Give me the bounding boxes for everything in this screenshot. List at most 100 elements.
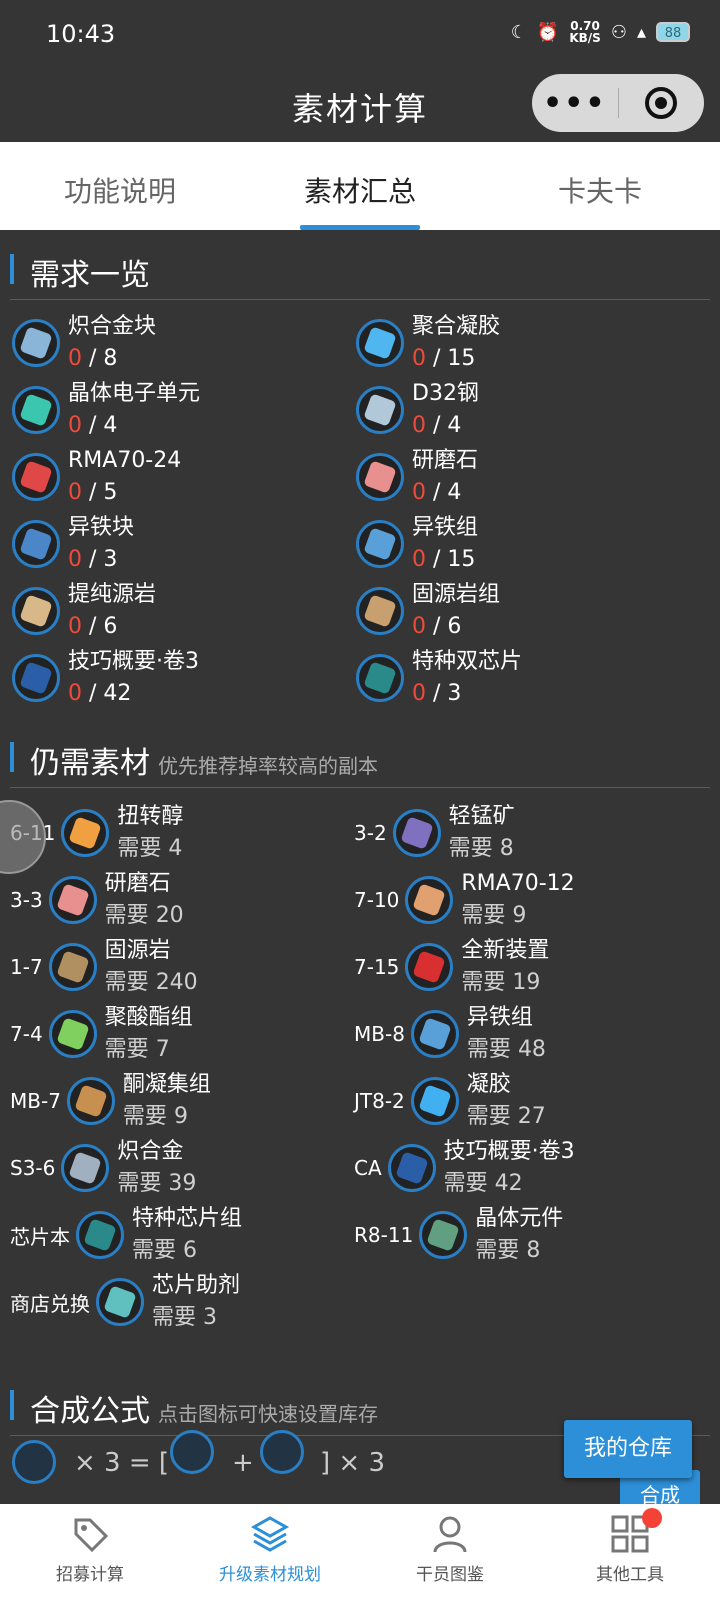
material-icon[interactable] bbox=[61, 809, 110, 857]
tab-kafka[interactable]: 卡夫卡 bbox=[480, 142, 720, 230]
requirement-item[interactable]: RMA70-24 0 / 5 bbox=[12, 444, 181, 510]
material-name: RMA70-12 bbox=[461, 871, 575, 896]
material-icon[interactable] bbox=[48, 1010, 97, 1058]
material-icon[interactable] bbox=[96, 1278, 144, 1326]
still-needed-item[interactable]: MB-8 异铁组 需要 48 bbox=[354, 1001, 546, 1067]
requirement-item[interactable]: 技巧概要·卷3 0 / 42 bbox=[12, 645, 199, 711]
material-icon[interactable] bbox=[356, 654, 404, 702]
material-icon[interactable] bbox=[12, 520, 60, 568]
requirement-item[interactable]: 聚合凝胶 0 / 15 bbox=[356, 310, 500, 376]
material-count: 0 / 5 bbox=[68, 480, 118, 505]
material-icon[interactable] bbox=[392, 809, 441, 857]
special-dual-chip-icon[interactable] bbox=[12, 1440, 56, 1484]
tab-function-description[interactable]: 功能说明 bbox=[0, 142, 240, 230]
requirement-item[interactable]: 固源岩组 0 / 6 bbox=[356, 578, 500, 644]
material-name: D32钢 bbox=[412, 381, 479, 406]
formula-times: × 3 = [ bbox=[74, 1448, 170, 1478]
stage-label: CA bbox=[354, 1156, 382, 1180]
material-icon[interactable] bbox=[356, 319, 404, 367]
material-count: 0 / 4 bbox=[68, 413, 118, 438]
still-needed-item[interactable]: S3-6 炽合金 需要 39 bbox=[10, 1135, 196, 1201]
material-name: 固源岩 bbox=[104, 938, 171, 963]
material-icon[interactable] bbox=[12, 587, 60, 635]
material-icon[interactable] bbox=[405, 943, 454, 991]
requirement-item[interactable]: 特种双芯片 0 / 3 bbox=[356, 645, 522, 711]
still-needed-item[interactable]: JT8-2 凝胶 需要 27 bbox=[354, 1068, 546, 1134]
material-icon[interactable] bbox=[387, 1144, 436, 1192]
material-name: 聚酸酯组 bbox=[104, 1005, 193, 1030]
chip-catalyst-icon[interactable] bbox=[260, 1430, 304, 1474]
still-needed-item[interactable]: 7-15 全新装置 需要 19 bbox=[354, 934, 549, 1000]
material-name: 晶体元件 bbox=[475, 1206, 564, 1231]
stage-label: 7-15 bbox=[354, 955, 400, 979]
person-icon bbox=[430, 1514, 470, 1554]
close-button[interactable] bbox=[619, 87, 705, 119]
material-name: 异铁块 bbox=[68, 515, 135, 540]
nav-recruit-calc-label: 招募计算 bbox=[56, 1565, 124, 1585]
material-icon[interactable] bbox=[12, 319, 60, 367]
material-icon[interactable] bbox=[12, 386, 60, 434]
status-icons: ☾ ⏰ 0.70 KB/S ⚇ ▴ 88 bbox=[511, 20, 690, 44]
material-name: 研磨石 bbox=[412, 448, 479, 473]
material-need: 需要 6 bbox=[132, 1238, 198, 1263]
material-icon[interactable] bbox=[66, 1077, 115, 1125]
requirement-item[interactable]: D32钢 0 / 4 bbox=[356, 377, 479, 443]
material-count: 0 / 4 bbox=[412, 480, 462, 505]
more-button[interactable]: ••• bbox=[532, 86, 618, 121]
still-needed-item[interactable]: CA 技巧概要·卷3 需要 42 bbox=[354, 1135, 575, 1201]
miniprogram-capsule: ••• bbox=[532, 74, 704, 132]
material-icon[interactable] bbox=[410, 1010, 459, 1058]
material-icon[interactable] bbox=[48, 876, 97, 924]
still-needed-item[interactable]: 3-3 研磨石 需要 20 bbox=[10, 867, 184, 933]
tab-material-summary[interactable]: 素材汇总 bbox=[240, 142, 480, 230]
synthesis-subtitle: 点击图标可快速设置库存 bbox=[158, 1402, 378, 1426]
requirement-item[interactable]: 提纯源岩 0 / 6 bbox=[12, 578, 156, 644]
material-icon[interactable] bbox=[356, 520, 404, 568]
nav-operator-archive[interactable]: 干员图鉴 bbox=[360, 1504, 540, 1600]
material-icon[interactable] bbox=[410, 1077, 459, 1125]
material-need: 需要 42 bbox=[443, 1171, 523, 1196]
nav-recruit-calc[interactable]: 招募计算 bbox=[0, 1504, 180, 1600]
material-need: 需要 3 bbox=[152, 1305, 218, 1330]
still-needed-item[interactable]: 1-7 固源岩 需要 240 bbox=[10, 934, 198, 1000]
special-chip-group-icon[interactable] bbox=[170, 1430, 214, 1474]
still-needed-item[interactable]: MB-7 酮凝集组 需要 9 bbox=[10, 1068, 211, 1134]
material-count: 0 / 6 bbox=[412, 614, 462, 639]
material-icon[interactable] bbox=[405, 876, 454, 924]
status-bar: 10:43 ☾ ⏰ 0.70 KB/S ⚇ ▴ 88 bbox=[0, 0, 720, 72]
still-needed-header: 仍需素材 优先推荐掉率较高的副本 bbox=[10, 718, 710, 788]
grid-icon bbox=[610, 1508, 662, 1554]
material-icon[interactable] bbox=[356, 386, 404, 434]
requirement-item[interactable]: 研磨石 0 / 4 bbox=[356, 444, 478, 510]
still-needed-item[interactable]: 7-10 RMA70-12 需要 9 bbox=[354, 867, 575, 933]
requirement-item[interactable]: 炽合金块 0 / 8 bbox=[12, 310, 156, 376]
material-icon[interactable] bbox=[12, 654, 60, 702]
nav-other-tools[interactable]: 其他工具 bbox=[540, 1504, 720, 1600]
material-icon[interactable] bbox=[12, 453, 60, 501]
requirement-item[interactable]: 异铁块 0 / 3 bbox=[12, 511, 134, 577]
material-icon[interactable] bbox=[61, 1144, 110, 1192]
material-icon[interactable] bbox=[48, 943, 97, 991]
material-icon[interactable] bbox=[76, 1211, 124, 1259]
material-count: 0 / 8 bbox=[68, 346, 118, 371]
my-warehouse-button[interactable]: 我的仓库 bbox=[564, 1420, 692, 1478]
title-bar: 素材计算 ••• bbox=[0, 72, 720, 142]
material-icon[interactable] bbox=[356, 587, 404, 635]
requirement-item[interactable]: 异铁组 0 / 15 bbox=[356, 511, 478, 577]
nav-upgrade-planning[interactable]: 升级素材规划 bbox=[180, 1504, 360, 1600]
cellular-icon: ▴ bbox=[636, 21, 646, 43]
requirements-title: 需求一览 bbox=[30, 258, 150, 293]
still-needed-item[interactable]: 3-2 轻锰矿 需要 8 bbox=[354, 800, 515, 866]
requirement-item[interactable]: 晶体电子单元 0 / 4 bbox=[12, 377, 200, 443]
stage-label: 3-3 bbox=[10, 888, 43, 912]
still-needed-item[interactable]: 芯片本 特种芯片组 需要 6 bbox=[10, 1202, 242, 1268]
layers-icon bbox=[250, 1514, 290, 1554]
material-icon[interactable] bbox=[419, 1211, 468, 1259]
stage-label: 3-2 bbox=[354, 821, 387, 845]
still-needed-item[interactable]: 商店兑换 芯片助剂 需要 3 bbox=[10, 1269, 240, 1335]
material-icon[interactable] bbox=[356, 453, 404, 501]
notification-badge bbox=[642, 1508, 662, 1528]
still-needed-item[interactable]: R8-11 晶体元件 需要 8 bbox=[354, 1202, 563, 1268]
material-name: 扭转醇 bbox=[117, 804, 184, 829]
still-needed-item[interactable]: 7-4 聚酸酯组 需要 7 bbox=[10, 1001, 193, 1067]
